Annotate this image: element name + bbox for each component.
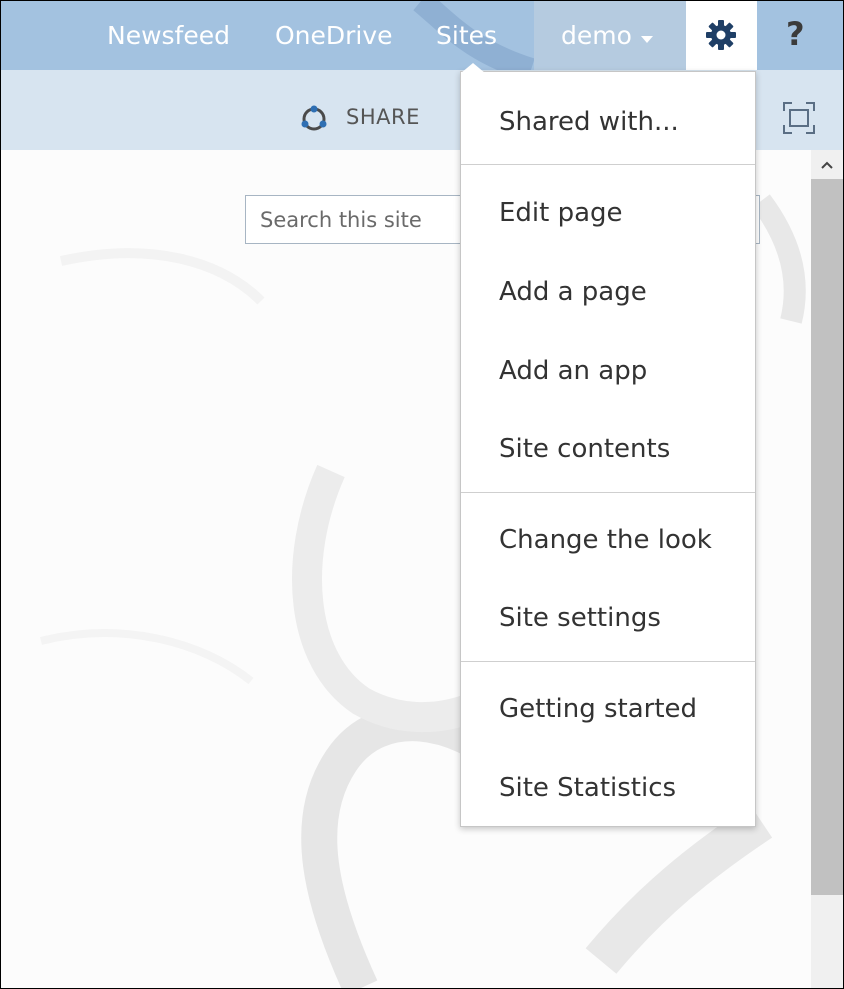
settings-button[interactable]: [686, 1, 757, 70]
menu-item-add-a-page[interactable]: Add a page: [499, 277, 647, 307]
share-icon[interactable]: [299, 104, 329, 134]
nav-link-onedrive[interactable]: OneDrive: [275, 21, 393, 50]
focus-on-content-icon[interactable]: [782, 101, 816, 135]
menu-item-change-the-look[interactable]: Change the look: [499, 525, 712, 555]
scrollbar-thumb[interactable]: [811, 179, 843, 895]
menu-item-add-an-app[interactable]: Add an app: [499, 356, 647, 386]
menu-item-shared-with[interactable]: Shared with...: [499, 107, 679, 137]
menu-divider: [461, 492, 755, 493]
scroll-up-arrow-icon[interactable]: [817, 155, 837, 175]
settings-menu: Shared with... Edit page Add a page Add …: [460, 71, 756, 827]
menu-item-site-statistics[interactable]: Site Statistics: [499, 773, 676, 803]
page-frame: Newsfeed OneDrive Sites demo ? SHARE Sea…: [0, 0, 844, 989]
nav-link-sites[interactable]: Sites: [436, 21, 497, 50]
menu-item-site-contents[interactable]: Site contents: [499, 434, 670, 464]
chevron-down-icon: [641, 36, 653, 43]
menu-item-site-settings[interactable]: Site settings: [499, 603, 661, 633]
menu-item-edit-page[interactable]: Edit page: [499, 198, 623, 228]
menu-item-getting-started[interactable]: Getting started: [499, 694, 697, 724]
user-name: demo: [561, 21, 632, 50]
menu-pointer: [461, 63, 485, 73]
help-icon: ?: [786, 15, 805, 53]
user-menu-button[interactable]: demo: [534, 1, 686, 70]
gear-icon: [706, 20, 736, 50]
help-button[interactable]: ?: [757, 1, 843, 70]
nav-link-newsfeed[interactable]: Newsfeed: [107, 21, 230, 50]
share-button-label[interactable]: SHARE: [346, 105, 420, 129]
suite-bar: Newsfeed OneDrive Sites demo ?: [1, 1, 843, 70]
menu-divider: [461, 164, 755, 165]
menu-divider: [461, 661, 755, 662]
